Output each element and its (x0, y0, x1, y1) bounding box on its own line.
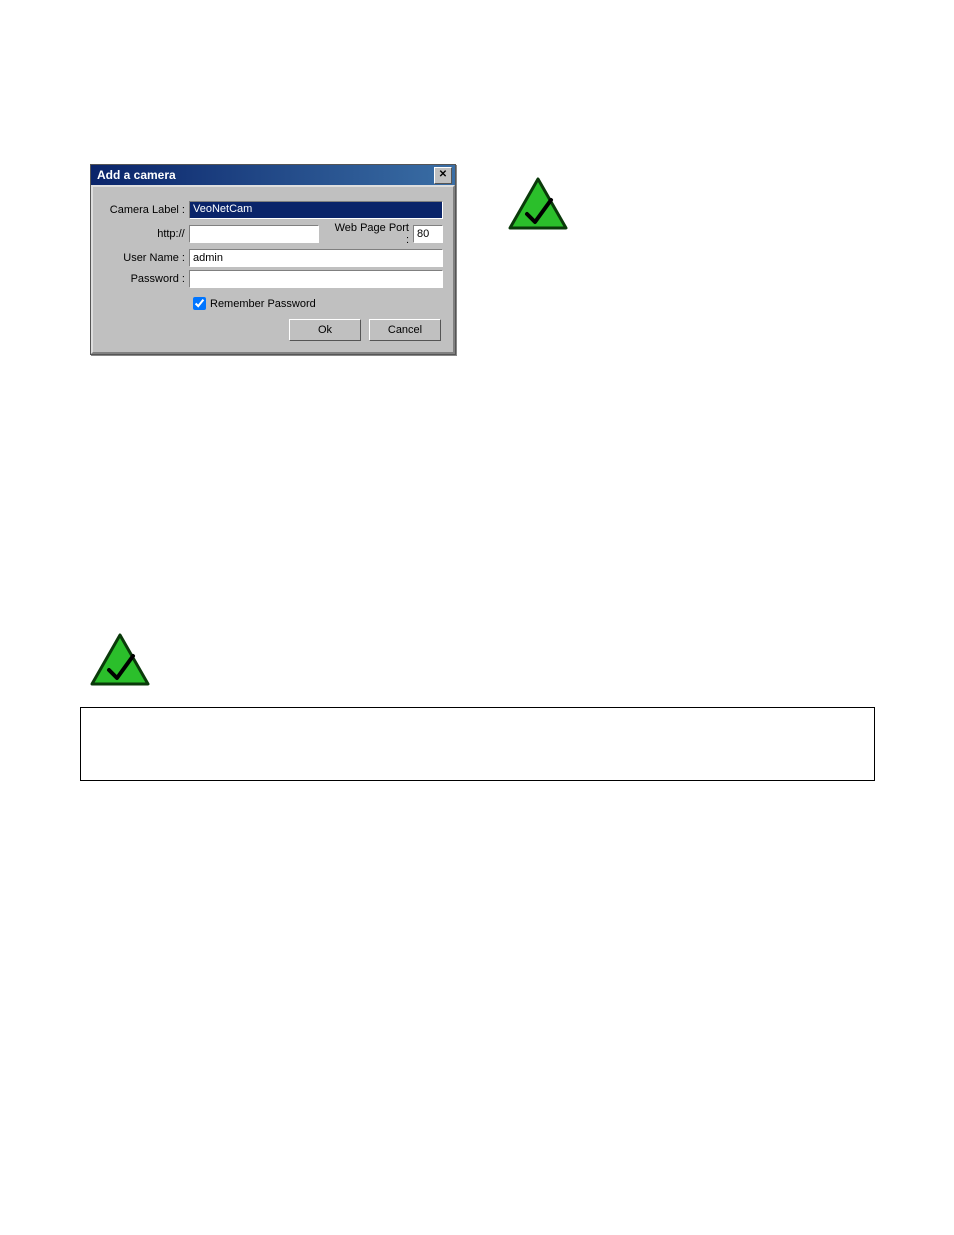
row-password: Password : (103, 270, 443, 288)
http-input[interactable] (189, 225, 319, 243)
close-button[interactable]: ✕ (434, 167, 452, 184)
port-label: Web Page Port : (329, 222, 413, 246)
dialog-title: Add a camera (97, 168, 176, 182)
password-input[interactable] (189, 270, 443, 288)
password-label: Password : (103, 273, 189, 285)
ok-button[interactable]: Ok (289, 319, 361, 341)
port-input[interactable] (413, 225, 443, 243)
cancel-button[interactable]: Cancel (369, 319, 441, 341)
content-box (80, 707, 875, 781)
camera-label-input[interactable]: VeoNetCam (189, 201, 443, 219)
warning-icon (89, 632, 151, 691)
row-camera-label: Camera Label : VeoNetCam (103, 201, 443, 219)
warning-icon (507, 176, 569, 235)
camera-label-text: Camera Label : (103, 204, 189, 216)
username-label: User Name : (103, 252, 189, 264)
remember-checkbox[interactable] (193, 297, 206, 310)
row-username: User Name : (103, 249, 443, 267)
http-label: http:// (103, 228, 189, 240)
dialog-body: Camera Label : VeoNetCam http:// Web Pag… (91, 185, 455, 354)
add-camera-dialog: Add a camera ✕ Camera Label : VeoNetCam … (90, 164, 456, 355)
button-row: Ok Cancel (103, 319, 443, 341)
dialog-titlebar: Add a camera ✕ (91, 165, 455, 185)
row-http: http:// Web Page Port : (103, 222, 443, 246)
username-input[interactable] (189, 249, 443, 267)
remember-label: Remember Password (210, 298, 316, 310)
remember-row: Remember Password (189, 294, 443, 313)
